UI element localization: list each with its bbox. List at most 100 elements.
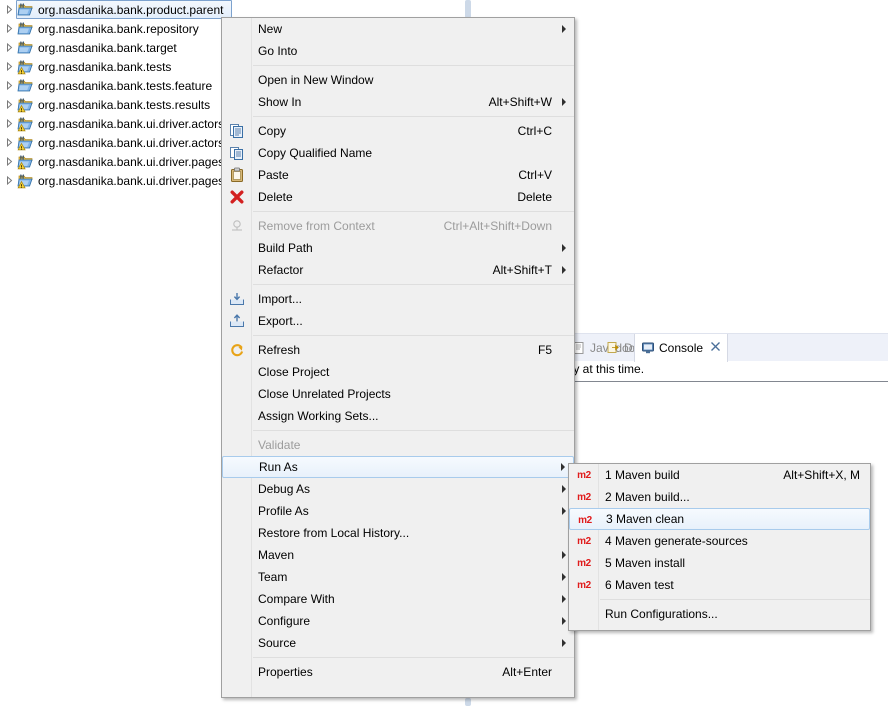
menu-item-paste[interactable]: Paste Ctrl+V (222, 164, 574, 186)
menu-item-import[interactable]: Import... (222, 288, 574, 310)
submenu-item-3-maven-clean[interactable]: m2 3 Maven clean (569, 508, 870, 530)
menu-item-shortcut: Alt+Shift+W (488, 95, 552, 109)
expand-arrow-icon[interactable] (2, 138, 17, 147)
tree-item-project[interactable]: M org.nasdanika.bank.product.parent (0, 0, 232, 19)
tree-item-project[interactable]: M org.nasdanika.bank.tests.feature (0, 76, 232, 95)
submenu-item-label: 6 Maven test (605, 578, 674, 592)
menu-item-refresh[interactable]: Refresh F5 (222, 339, 574, 361)
tree-item-label: org.nasdanika.bank.ui.driver.actors (38, 135, 225, 150)
m2-maven-icon: m2 (578, 514, 592, 526)
menu-item-shortcut: Delete (517, 190, 552, 204)
menu-item-label: Delete (258, 190, 293, 204)
menu-item-team[interactable]: Team (222, 566, 574, 588)
vertical-scrollbar-thumb-bottom[interactable] (465, 698, 471, 706)
console-icon (641, 341, 655, 355)
tree-item-label: org.nasdanika.bank.ui.driver.pages (38, 173, 225, 188)
menu-item-maven[interactable]: Maven (222, 544, 574, 566)
expand-arrow-icon[interactable] (2, 24, 17, 33)
expand-arrow-icon[interactable] (2, 5, 17, 14)
submenu-arrow-icon (561, 463, 565, 471)
menu-item-open-in-new-window[interactable]: Open in New Window (222, 69, 574, 91)
submenu-item-1-maven-build[interactable]: m2 1 Maven build Alt+Shift+X, M (569, 464, 870, 486)
menu-item-delete[interactable]: Delete Delete (222, 186, 574, 208)
tree-item-project[interactable]: M org.nasdanika.bank.tests.results (0, 95, 232, 114)
menu-item-compare-with[interactable]: Compare With (222, 588, 574, 610)
menu-item-label: Run As (259, 460, 298, 474)
menu-item-close-project[interactable]: Close Project (222, 361, 574, 383)
refresh-icon (226, 342, 248, 358)
submenu-arrow-icon (562, 617, 566, 625)
menu-item-configure[interactable]: Configure (222, 610, 574, 632)
menu-item-show-in[interactable]: Show In Alt+Shift+W (222, 91, 574, 113)
menu-item-copy[interactable]: Copy Ctrl+C (222, 120, 574, 142)
maven-project-warning-icon: M (17, 173, 35, 189)
menu-item-restore-from-local-history[interactable]: Restore from Local History... (222, 522, 574, 544)
menu-item-export[interactable]: Export... (222, 310, 574, 332)
svg-text:M: M (20, 79, 24, 85)
m2-maven-icon: m2 (577, 491, 591, 503)
tree-item-project[interactable]: M org.nasdanika.bank.ui.driver.pages (0, 171, 232, 190)
run-as-submenu[interactable]: m2 1 Maven build Alt+Shift+X, M m2 2 Maven b… (568, 463, 871, 631)
submenu-item-label: 5 Maven install (605, 556, 686, 570)
expand-arrow-icon[interactable] (2, 81, 17, 90)
submenu-arrow-icon (562, 266, 566, 274)
context-menu-items: New Go Into Open in New Window Show In Alt+S… (222, 18, 574, 683)
svg-text:M: M (20, 3, 24, 9)
menu-item-remove-from-context: Remove from Context Ctrl+Alt+Shift+Down (222, 215, 574, 237)
expand-arrow-icon[interactable] (2, 100, 17, 109)
menu-separator (253, 430, 574, 431)
menu-item-assign-working-sets[interactable]: Assign Working Sets... (222, 405, 574, 427)
project-context-menu[interactable]: New Go Into Open in New Window Show In Alt+S… (221, 17, 575, 698)
menu-item-copy-qualified-name[interactable]: Copy Qualified Name (222, 142, 574, 164)
paste-icon (226, 167, 248, 183)
close-icon[interactable] (710, 341, 721, 355)
submenu-arrow-icon (562, 551, 566, 559)
tree-item-label: org.nasdanika.bank.ui.driver.actors (38, 116, 225, 131)
console-divider (562, 381, 888, 382)
vertical-scrollbar-thumb-top[interactable] (465, 0, 471, 18)
tree-item-project[interactable]: M org.nasdanika.bank.ui.driver.actors (0, 133, 232, 152)
expand-arrow-icon[interactable] (2, 157, 17, 166)
menu-item-label: Export... (258, 314, 303, 328)
submenu-item-5-maven-install[interactable]: m2 5 Maven install (569, 552, 870, 574)
copy-icon (226, 123, 248, 139)
menu-item-label: Restore from Local History... (258, 526, 410, 540)
tree-item-project[interactable]: M org.nasdanika.bank.tests (0, 57, 232, 76)
console-body-text: lay at this time. (564, 362, 645, 376)
menu-item-profile-as[interactable]: Profile As (222, 500, 574, 522)
tree-item-label: org.nasdanika.bank.tests.results (38, 97, 211, 112)
expand-arrow-icon[interactable] (2, 176, 17, 185)
menu-item-label: Open in New Window (258, 73, 374, 87)
expand-arrow-icon[interactable] (2, 43, 17, 52)
tree-item-project[interactable]: M org.nasdanika.bank.ui.driver.pages (0, 152, 232, 171)
package-explorer-tree[interactable]: M org.nasdanika.bank.product.parent M or… (0, 0, 232, 706)
submenu-item-4-maven-generate-sources[interactable]: m2 4 Maven generate-sources (569, 530, 870, 552)
menu-item-properties[interactable]: Properties Alt+Enter (222, 661, 574, 683)
menu-item-source[interactable]: Source (222, 632, 574, 654)
submenu-arrow-icon (562, 507, 566, 515)
menu-item-go-into[interactable]: Go Into (222, 40, 574, 62)
submenu-item-label: 4 Maven generate-sources (605, 534, 748, 548)
tree-item-project[interactable]: M org.nasdanika.bank.repository (0, 19, 232, 38)
tab-console[interactable]: Console (634, 334, 729, 362)
menu-item-close-unrelated-projects[interactable]: Close Unrelated Projects (222, 383, 574, 405)
expand-arrow-icon[interactable] (2, 119, 17, 128)
submenu-item-run-configurations[interactable]: Run Configurations... (569, 603, 870, 625)
submenu-item-6-maven-test[interactable]: m2 6 Maven test (569, 574, 870, 596)
menu-item-refactor[interactable]: Refactor Alt+Shift+T (222, 259, 574, 281)
menu-item-debug-as[interactable]: Debug As (222, 478, 574, 500)
menu-item-label: Import... (258, 292, 303, 306)
svg-text:M: M (20, 98, 24, 104)
menu-item-new[interactable]: New (222, 18, 574, 40)
menu-item-run-as[interactable]: Run As (222, 456, 574, 478)
tree-item-project[interactable]: M org.nasdanika.bank.ui.driver.actors (0, 114, 232, 133)
eclipse-ide-screen: M org.nasdanika.bank.product.parent M or… (0, 0, 888, 706)
menu-item-label: Maven (258, 548, 295, 562)
submenu-item-2-maven-build[interactable]: m2 2 Maven build... (569, 486, 870, 508)
tree-item-project[interactable]: M org.nasdanika.bank.target (0, 38, 232, 57)
menu-item-build-path[interactable]: Build Path (222, 237, 574, 259)
menu-item-shortcut: Ctrl+C (517, 124, 552, 138)
expand-arrow-icon[interactable] (2, 62, 17, 71)
menu-item-label: Validate (258, 438, 301, 452)
submenu-arrow-icon (562, 98, 566, 106)
